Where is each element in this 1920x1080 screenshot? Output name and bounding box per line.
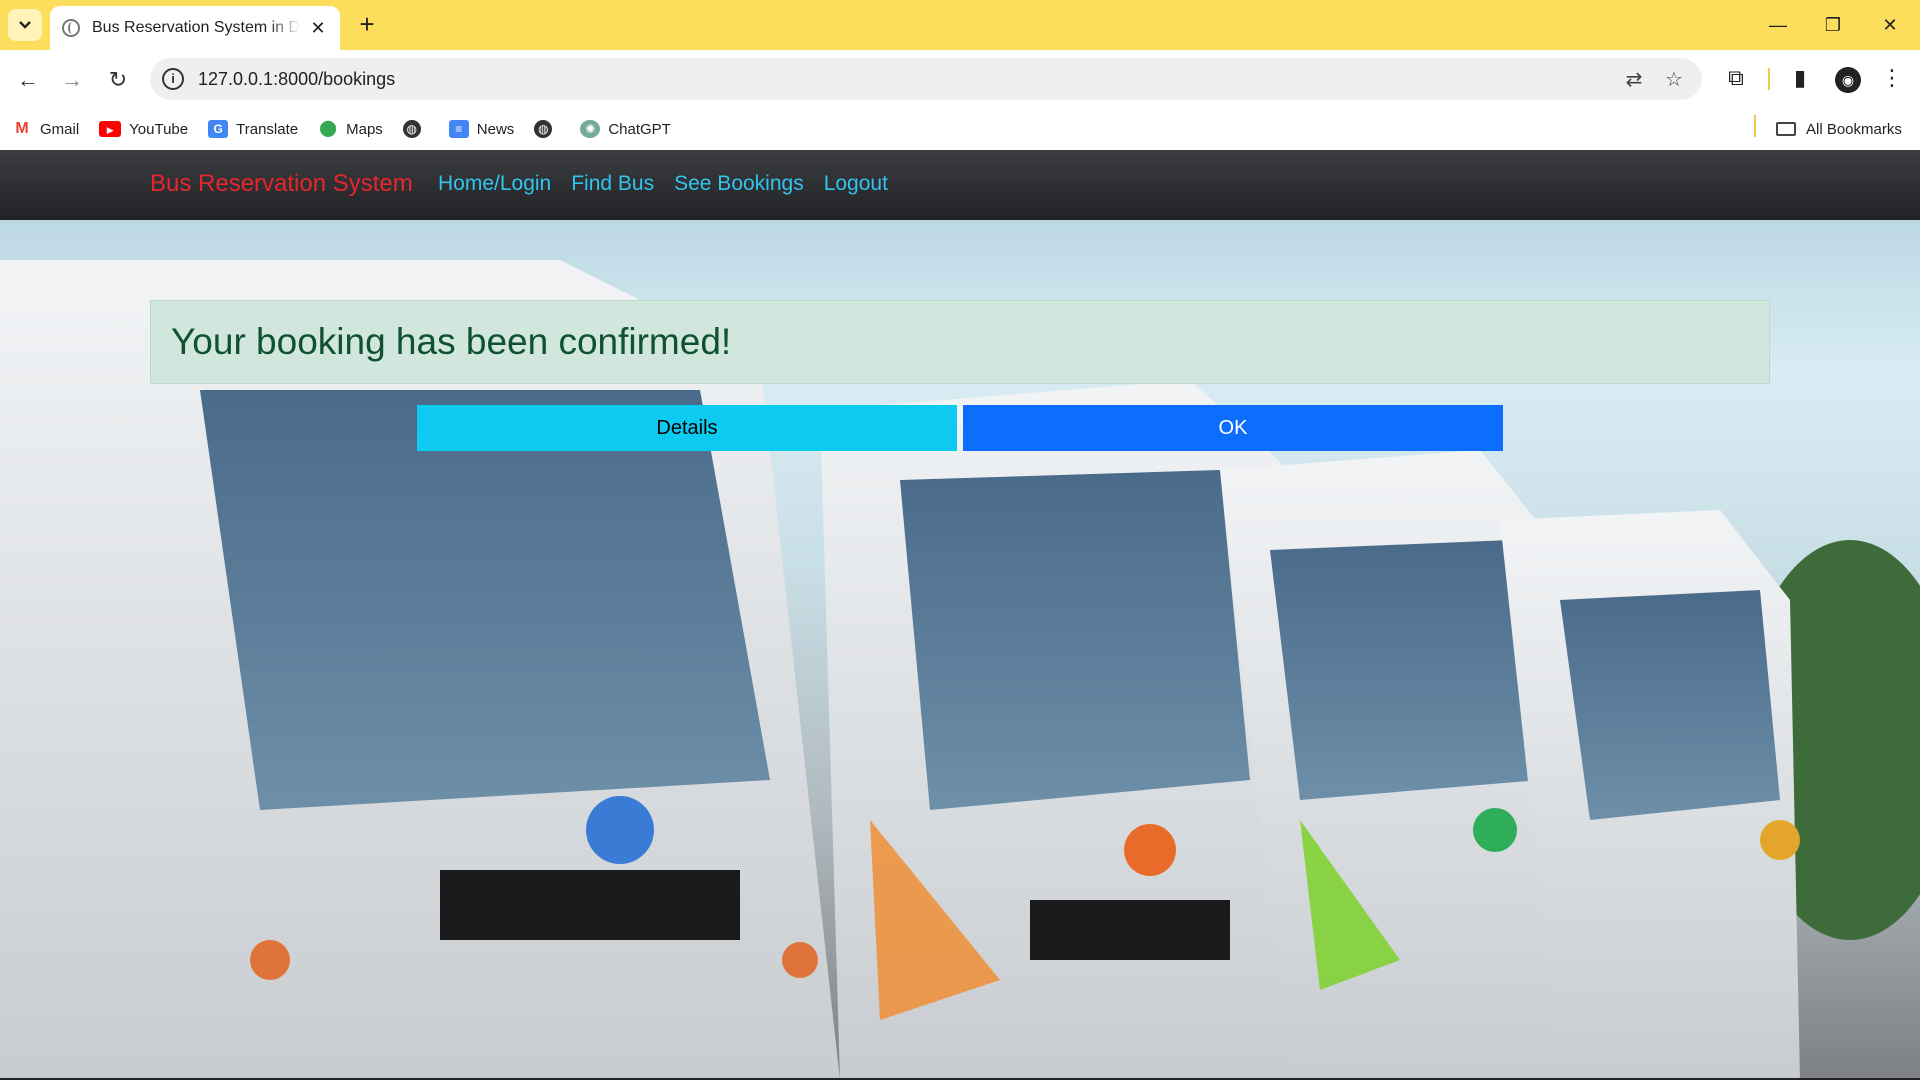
translate-icon: G: [208, 120, 229, 138]
globe-icon: ◍: [534, 120, 553, 138]
bookmark-maps[interactable]: ⬤ Maps: [318, 120, 383, 138]
youtube-icon: ▶: [99, 121, 122, 137]
minimize-icon[interactable]: —: [1758, 10, 1798, 40]
nav-links: Home/Login Find Bus See Bookings Logout: [438, 172, 908, 196]
window-close-icon[interactable]: ✕: [1870, 10, 1910, 40]
extensions-icon[interactable]: ⧉: [1720, 62, 1752, 94]
back-icon[interactable]: ←: [10, 62, 46, 98]
url-input[interactable]: [198, 68, 1498, 90]
nav-link-see-bookings[interactable]: See Bookings: [674, 172, 804, 196]
site-info-icon[interactable]: i: [162, 68, 184, 90]
ok-button[interactable]: OK: [963, 405, 1503, 451]
nav-link-logout[interactable]: Logout: [824, 172, 888, 196]
chevron-down-icon: [19, 21, 31, 29]
globe-icon: [62, 19, 80, 37]
toolbar-divider: [1768, 68, 1770, 90]
confirmation-message: Your booking has been confirmed!: [171, 321, 732, 362]
bookmark-chatgpt[interactable]: ✺ ChatGPT: [580, 120, 671, 138]
browser-tab-strip: Bus Reservation System in Djan ✕ + — ❐ ✕: [0, 0, 1920, 50]
close-tab-icon[interactable]: ✕: [308, 18, 328, 39]
folder-icon: [1776, 122, 1796, 136]
tab-title: Bus Reservation System in Djan: [92, 19, 300, 36]
side-panel-icon[interactable]: ▮: [1784, 62, 1816, 94]
profile-avatar-icon[interactable]: ◉: [1832, 62, 1864, 94]
forward-icon[interactable]: →: [54, 62, 90, 98]
hero-background-image: Your booking has been confirmed! Details…: [0, 220, 1920, 1080]
bookmark-star-icon[interactable]: ☆: [1662, 68, 1686, 92]
details-button[interactable]: Details: [417, 405, 957, 451]
bookmarks-bar: M Gmail ▶ YouTube G Translate ⬤ Maps ◍ ≡ News…: [0, 108, 1920, 150]
tab-search-button[interactable]: [8, 9, 42, 41]
address-bar[interactable]: i ⇄ ☆: [150, 58, 1702, 100]
all-bookmarks-button[interactable]: All Bookmarks: [1776, 108, 1902, 150]
maps-pin-icon: ⬤: [319, 120, 338, 137]
bookmark-globe-1[interactable]: ◍: [402, 120, 429, 138]
site-brand[interactable]: Bus Reservation System: [150, 170, 413, 198]
nav-link-find-bus[interactable]: Find Bus: [571, 172, 654, 196]
booking-confirmation-alert: Your booking has been confirmed!: [150, 300, 1770, 384]
nav-link-home-login[interactable]: Home/Login: [438, 172, 551, 196]
bookmarks-divider: [1754, 115, 1756, 137]
gmail-icon: M: [15, 120, 29, 137]
bookmark-youtube[interactable]: ▶ YouTube: [99, 121, 188, 138]
bookmark-news[interactable]: ≡ News: [448, 120, 514, 138]
restore-icon[interactable]: ❐: [1813, 10, 1853, 40]
bookmark-translate[interactable]: G Translate: [208, 120, 298, 138]
browser-tab[interactable]: Bus Reservation System in Djan ✕: [50, 6, 340, 50]
web-page: Bus Reservation System Home/Login Find B…: [0, 150, 1920, 1080]
news-icon: ≡: [448, 120, 469, 138]
new-tab-button[interactable]: +: [352, 10, 382, 40]
chatgpt-icon: ✺: [580, 120, 601, 138]
bookmark-globe-2[interactable]: ◍: [534, 120, 560, 138]
site-navbar: Bus Reservation System Home/Login Find B…: [0, 150, 1920, 220]
globe-icon: ◍: [402, 120, 421, 138]
bookmark-gmail[interactable]: M Gmail: [12, 120, 79, 138]
translate-icon[interactable]: ⇄: [1622, 68, 1646, 92]
menu-dots-icon[interactable]: ⋮: [1876, 62, 1908, 94]
browser-toolbar: ← → ↻ i ⇄ ☆: [0, 50, 1920, 108]
reload-icon[interactable]: ↻: [100, 62, 136, 98]
